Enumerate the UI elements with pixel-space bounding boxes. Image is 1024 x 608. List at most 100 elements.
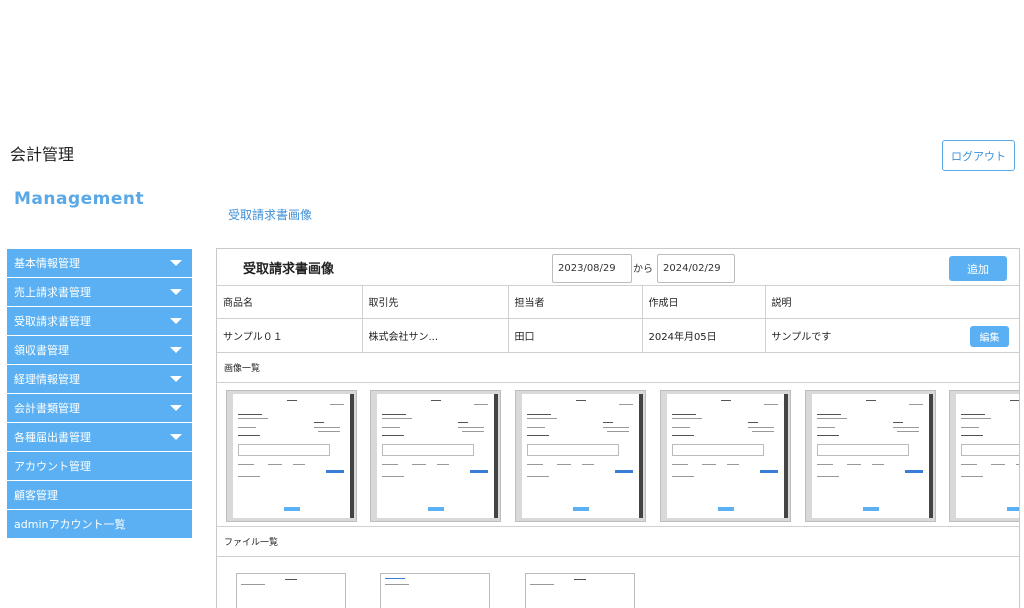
sidebar-item-sales-invoices[interactable]: 売上請求書管理	[7, 278, 192, 307]
file-thumbnail-line	[241, 583, 265, 585]
thumbnail-detail	[527, 417, 557, 419]
sidebar-item-label: 各種届出書管理	[14, 431, 91, 444]
sidebar-item-receipts[interactable]: 領収書管理	[7, 336, 192, 365]
edit-button[interactable]: 編集	[970, 325, 1009, 347]
thumbnail-detail	[961, 463, 977, 465]
thumbnail-detail	[527, 434, 549, 436]
chevron-down-icon	[170, 347, 182, 353]
thumbnail-detail	[893, 426, 919, 428]
thumbnail-detail	[619, 403, 633, 405]
sidebar-item-accounting-documents[interactable]: 会計書類管理	[7, 394, 192, 423]
thumbnail-detail	[527, 475, 549, 477]
thumbnail-detail	[382, 417, 412, 419]
thumbnail-detail	[238, 443, 330, 456]
thumbnail-detail	[672, 426, 690, 428]
file-thumbnail-line	[385, 577, 405, 579]
sidebar-item-customers[interactable]: 顧客管理	[7, 481, 192, 510]
chevron-down-icon	[170, 376, 182, 382]
thumbnail-detail	[330, 403, 344, 405]
thumbnail-detail	[238, 475, 260, 477]
thumbnail-detail	[893, 421, 903, 423]
table-cell: サンプル０１	[217, 318, 363, 353]
thumbnail-detail	[909, 403, 923, 405]
file-list	[217, 557, 1019, 608]
thumbnail-detail	[557, 463, 571, 465]
sidebar-item-label: 受取請求書管理	[14, 315, 91, 328]
thumbnail-detail	[603, 421, 613, 423]
thumbnail-detail	[318, 430, 340, 432]
sidebar-item-accounts[interactable]: アカウント管理	[7, 452, 192, 481]
thumbnail-detail	[238, 426, 256, 428]
thumbnail-detail	[603, 426, 629, 428]
thumbnail-detail	[615, 469, 633, 473]
sidebar-item-label: 会計書類管理	[14, 402, 80, 415]
thumbnail-detail	[437, 463, 449, 465]
invoice-image-thumbnail[interactable]	[515, 389, 646, 522]
thumbnail-detail	[847, 463, 861, 465]
invoice-image-thumbnail[interactable]	[805, 389, 936, 522]
chevron-down-icon	[170, 260, 182, 266]
sidebar-item-basic-info[interactable]: 基本情報管理	[7, 249, 192, 278]
thumbnail-detail	[314, 426, 340, 428]
page-heading: 受取請求書画像	[228, 208, 313, 222]
thumbnail-scrollbar	[350, 393, 354, 518]
thumbnail-detail	[283, 506, 300, 511]
thumbnail-detail	[748, 421, 758, 423]
thumbnail-detail	[702, 463, 716, 465]
file-thumbnail[interactable]	[525, 572, 635, 608]
logout-button[interactable]: ログアウト	[942, 140, 1015, 171]
file-thumbnail-line	[574, 578, 586, 580]
sidebar-item-filings[interactable]: 各種届出書管理	[7, 423, 192, 452]
thumbnail-detail	[817, 443, 909, 456]
file-thumbnail[interactable]	[236, 572, 346, 608]
thumbnail-detail	[238, 417, 268, 419]
add-button[interactable]: 追加	[949, 256, 1007, 281]
sidebar-item-label: アカウント管理	[14, 460, 91, 473]
thumbnail-detail	[752, 430, 774, 432]
table-row: サンプル０１ 株式会社サン... 田口 2024年月05日 サンプルです 編集	[217, 318, 1019, 353]
date-to-field[interactable]: 2024/02/29	[657, 254, 735, 283]
sidebar-item-received-invoices[interactable]: 受取請求書管理	[7, 307, 192, 336]
invoice-info-table: 商品名 取引先 担当者 作成日 説明 サンプル０１ 株式会社サン... 田口 2…	[217, 286, 1019, 353]
file-thumbnail[interactable]	[380, 572, 490, 608]
thumbnail-detail	[717, 506, 734, 511]
thumbnail-detail	[862, 506, 879, 511]
sidebar-item-accounting-info[interactable]: 経理情報管理	[7, 365, 192, 394]
table-cell: 2024年月05日	[642, 318, 766, 353]
invoice-image-thumbnail[interactable]	[660, 389, 791, 522]
sidebar-item-label: 売上請求書管理	[14, 286, 91, 299]
thumbnail-detail	[268, 463, 282, 465]
thumbnail-detail	[326, 469, 344, 473]
thumbnail-detail	[905, 469, 923, 473]
files-section-label: ファイル一覧	[217, 527, 1019, 557]
thumbnail-detail	[575, 399, 586, 401]
thumbnail-scrollbar	[639, 393, 643, 518]
sidebar-item-label: 経理情報管理	[14, 373, 80, 386]
sidebar-item-label: adminアカウント一覧	[14, 518, 126, 531]
thumbnail-detail	[748, 426, 774, 428]
thumbnail-detail	[382, 434, 404, 436]
date-from-field[interactable]: 2023/08/29	[552, 254, 632, 283]
thumbnail-detail	[382, 443, 474, 456]
invoice-image-thumbnail[interactable]	[949, 389, 1019, 522]
thumbnail-page	[233, 393, 350, 518]
thumbnail-detail	[672, 475, 694, 477]
thumbnail-detail	[817, 426, 835, 428]
invoice-image-thumbnail[interactable]	[370, 389, 501, 522]
thumbnail-detail	[961, 434, 983, 436]
thumbnail-detail	[286, 399, 297, 401]
thumbnail-detail	[672, 463, 688, 465]
thumbnail-detail	[474, 403, 488, 405]
thumbnail-detail	[527, 463, 543, 465]
thumbnail-scrollbar	[784, 393, 788, 518]
thumbnail-detail	[382, 413, 406, 415]
image-gallery	[217, 383, 1019, 527]
invoice-image-panel: 受取請求書画像 2023/08/29 から 2024/02/29 追加 商品名 …	[216, 248, 1020, 608]
column-header: 作成日	[642, 286, 766, 319]
description-text: サンプルです	[771, 331, 832, 343]
thumbnail-detail	[470, 469, 488, 473]
invoice-image-thumbnail[interactable]	[226, 389, 357, 522]
sidebar-item-admin-accounts[interactable]: adminアカウント一覧	[7, 510, 192, 539]
thumbnail-detail	[872, 463, 884, 465]
column-header: 説明	[765, 286, 1019, 319]
